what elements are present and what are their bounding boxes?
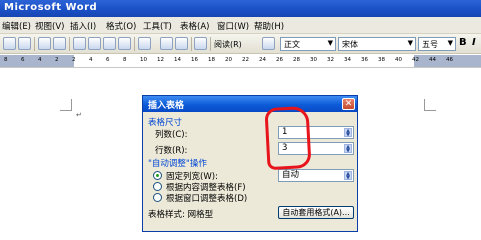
ruler-tick: 10	[140, 57, 147, 63]
ruler-tick: 6	[106, 57, 110, 63]
ruler-tick: 44	[429, 57, 436, 63]
ruler-tick: 42	[412, 57, 419, 63]
chevron-down-icon: ▼	[327, 39, 333, 47]
autofit-group-label: "自动调整"操作	[148, 159, 207, 169]
fixed-width-value: 自动	[282, 170, 300, 180]
spelling-icon[interactable]	[73, 37, 86, 50]
font-select[interactable]: 宋体 ▼	[338, 37, 416, 51]
window-title: Microsoft Word	[4, 2, 98, 13]
close-icon: ✕	[344, 99, 353, 109]
ruler-tick: 28	[293, 57, 300, 63]
style-select[interactable]: 正文 ▼	[280, 37, 336, 51]
fixed-width-radio[interactable]	[153, 171, 162, 180]
ruler-tick: 16	[191, 57, 198, 63]
fit-window-radio[interactable]	[153, 193, 162, 202]
ruler-tick: 32	[327, 57, 334, 63]
ruler-tick: 8	[4, 57, 8, 63]
ruler-tick: 20	[225, 57, 232, 63]
fixed-width-input[interactable]: 自动 ▲ ▼	[278, 169, 354, 182]
ruler-tick: 46	[446, 57, 453, 63]
autoformat-button[interactable]: 自动套用格式(A)...	[278, 206, 354, 219]
ruler-tick: 4	[89, 57, 93, 63]
margin-corner-left	[60, 99, 72, 111]
formatting-toolbar: 阅读(R) 正文 ▼ 宋体 ▼ 五号 ▼ B I	[0, 34, 481, 54]
rows-label: 行数(R):	[155, 146, 188, 156]
menu-tools[interactable]: 工具(T)	[143, 20, 172, 32]
ruler-tick: 24	[259, 57, 266, 63]
window-titlebar[interactable]: Microsoft Word	[0, 0, 481, 17]
open-icon[interactable]	[18, 37, 31, 50]
table-size-group-label: 表格尺寸	[148, 118, 183, 128]
paste-icon[interactable]	[118, 37, 131, 50]
ruler-tick: 22	[242, 57, 249, 63]
ruler-tick: 6	[21, 57, 25, 63]
ruler-tick: 38	[378, 57, 385, 63]
ruler-tick: 34	[344, 57, 351, 63]
ruler-tick: 30	[310, 57, 317, 63]
undo-icon[interactable]	[138, 37, 151, 50]
chevron-down-icon: ▼	[447, 39, 453, 47]
dialog-title: 插入表格	[148, 101, 185, 111]
ruler-tick: 2	[72, 57, 76, 63]
style-select-value: 正文	[284, 40, 300, 49]
copy-icon[interactable]	[103, 37, 116, 50]
columns-label: 列数(C):	[155, 130, 188, 140]
ruler-tick: 4	[38, 57, 42, 63]
menu-insert[interactable]: 插入(I)	[70, 20, 96, 32]
toolbar-separator	[134, 37, 135, 51]
spinner-arrows-icon[interactable]: ▲ ▼	[344, 144, 352, 154]
red-annotation-circle	[264, 105, 312, 171]
font-select-value: 宋体	[342, 40, 358, 49]
ruler-tick: 8	[123, 57, 127, 63]
research-icon[interactable]	[88, 37, 101, 50]
ruler-tick: 12	[157, 57, 164, 63]
table-style-label: 表格样式: 网格型	[148, 210, 214, 220]
horizontal-ruler[interactable]: 8 6 4 2 2 4 6 8 10 12 14 16 18 20 22 24 …	[0, 55, 481, 68]
font-size-select[interactable]: 五号 ▼	[418, 37, 456, 51]
ruler-tick: 2	[55, 57, 59, 63]
print-preview-icon[interactable]	[53, 37, 66, 50]
chevron-down-icon: ▼	[407, 39, 413, 47]
close-button[interactable]: ✕	[342, 98, 355, 110]
fit-window-label: 根据窗口调整表格(D)	[166, 194, 248, 204]
menu-edit[interactable]: 编辑(E)	[2, 20, 31, 32]
margin-corner-right	[424, 99, 436, 111]
toolbar-separator	[210, 37, 211, 51]
insert-table-dialog: 插入表格 ✕ 表格尺寸 列数(C): 1 ▲ ▼ 行数(R): 3 ▲ ▼ "自动调…	[142, 95, 358, 232]
menu-format[interactable]: 格式(O)	[106, 20, 136, 32]
print-icon[interactable]	[38, 37, 51, 50]
menu-help[interactable]: 帮助(H)	[254, 20, 284, 32]
font-size-value: 五号	[422, 40, 438, 49]
reading-button[interactable]: 阅读(R)	[214, 39, 242, 50]
help-icon[interactable]	[194, 37, 207, 50]
menu-window[interactable]: 窗口(W)	[217, 20, 249, 32]
toolbar-separator	[34, 37, 35, 51]
dialog-titlebar[interactable]: 插入表格 ✕	[143, 96, 357, 112]
toolbar-separator	[191, 37, 192, 51]
menu-table[interactable]: 表格(A)	[180, 20, 209, 32]
fit-content-radio[interactable]	[153, 182, 162, 191]
menu-bar: 编辑(E) 视图(V) 插入(I) 格式(O) 工具(T) 表格(A) 窗口(W…	[0, 17, 481, 34]
toolbar-separator	[69, 37, 70, 51]
hyperlink-icon[interactable]	[160, 37, 173, 50]
new-icon[interactable]	[3, 37, 16, 50]
ruler-tick: 18	[208, 57, 215, 63]
styles-icon[interactable]	[262, 37, 275, 50]
ruler-margin-left	[0, 55, 74, 67]
bold-button[interactable]: B	[459, 37, 467, 48]
ruler-tick: 14	[174, 57, 181, 63]
italic-button[interactable]: I	[472, 37, 476, 48]
ruler-tick: 26	[276, 57, 283, 63]
table-icon[interactable]	[175, 37, 188, 50]
spinner-arrows-icon[interactable]: ▲ ▼	[344, 128, 352, 138]
spinner-arrows-icon[interactable]: ▲ ▼	[344, 171, 352, 181]
ruler-tick: 40	[395, 57, 402, 63]
ruler-tick: 36	[361, 57, 368, 63]
paragraph-mark: ↵	[76, 111, 82, 119]
menu-view[interactable]: 视图(V)	[35, 20, 64, 32]
